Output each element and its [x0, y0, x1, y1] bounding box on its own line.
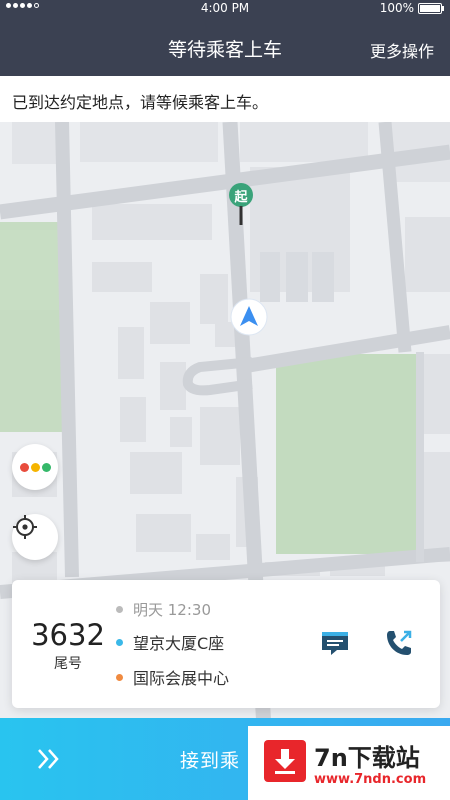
status-bar: 4:00 PM 100%	[0, 0, 450, 18]
battery-percent: 100%	[379, 1, 414, 15]
phone-icon	[387, 630, 412, 655]
traffic-light-icon	[19, 462, 52, 472]
chat-icon	[322, 632, 348, 655]
double-chevron-right-icon	[38, 749, 59, 769]
end-dot-icon	[116, 673, 123, 681]
trip-start-location: 望京大厦C座	[133, 634, 225, 653]
trip-end-location: 国际会展中心	[133, 669, 230, 688]
pickup-pin-label: 起	[234, 190, 248, 205]
crosshair-icon	[13, 515, 37, 539]
locate-me-button[interactable]	[12, 514, 58, 560]
battery-indicator: 100%	[380, 1, 444, 15]
watermark-url: www.7ndn.com	[314, 772, 427, 787]
trip-end-row: 国际会展中心	[116, 665, 229, 689]
watermark: 7n下载站 www.7ndn.com	[248, 726, 450, 800]
battery-icon	[418, 2, 442, 14]
trip-time: 明天 12:30	[133, 601, 211, 619]
time-dot-icon	[116, 606, 123, 613]
call-button[interactable]	[382, 626, 416, 660]
nav-bar: 等待乘客上车 更多操作	[0, 18, 450, 76]
message-button[interactable]	[318, 626, 352, 660]
download-icon	[264, 740, 306, 782]
traffic-toggle-button[interactable]	[12, 444, 58, 490]
trip-info-card: 3632 尾号 明天 12:30 望京大厦C座 国际会展中心	[12, 580, 440, 708]
trip-time-row: 明天 12:30	[116, 599, 211, 620]
start-dot-icon	[116, 638, 123, 646]
watermark-name: 7n下载站	[314, 744, 420, 772]
passenger-tail-number: 3632	[31, 618, 105, 652]
tail-number-label: 尾号	[54, 656, 82, 672]
pickup-confirm-label: 接到乘	[180, 750, 241, 772]
arrival-notice: 已到达约定地点，请等候乘客上车。	[0, 76, 450, 122]
more-actions-button[interactable]: 更多操作	[370, 38, 434, 62]
trip-start-row: 望京大厦C座	[116, 630, 224, 654]
